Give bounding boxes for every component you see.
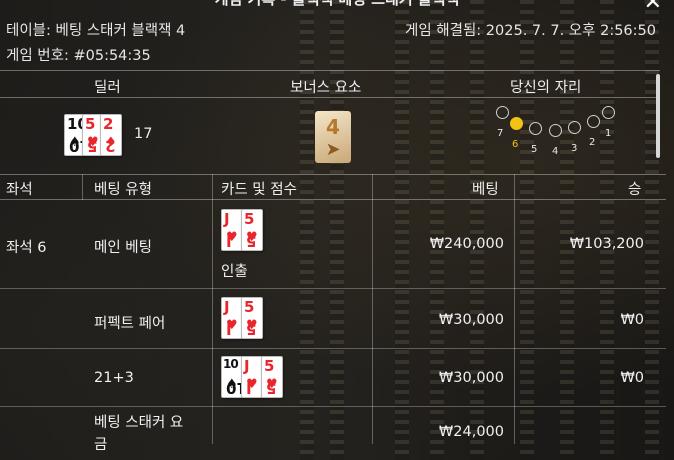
row-2-bet-type: 퍼펙트 페어 (94, 316, 166, 332)
col-seat: 좌석 (6, 182, 33, 198)
seat-2-dot (587, 115, 600, 128)
col-cards-score: 카드 및 점수 (221, 182, 297, 198)
row-1-note: 인출 (221, 264, 248, 280)
seat-6-dot (510, 117, 523, 130)
row-4-bet-type: 베팅 스태커 요 금 (94, 415, 184, 453)
bonus-arrow-icon: ➤ (325, 139, 341, 160)
seat-number: 좌석 6 (6, 240, 47, 256)
col-bet: 베팅 (472, 182, 499, 198)
window-title: 게임 기록 - 블랙잭 베팅 스태커 블랙잭 (0, 0, 674, 12)
dealer-heading: 딜러 (94, 80, 121, 96)
row-2-card-2: 5 ♥ 5 (241, 297, 263, 339)
row-1-card-2: 5 ♥ 5 (241, 209, 263, 251)
seat-map: 76 5 4 321 (492, 104, 622, 164)
bonus-multiplier-tile: 4 ➤ (315, 111, 351, 163)
col-win: 승 (628, 182, 642, 198)
bonus-multiplier: 4 (326, 115, 340, 139)
row-2-bet: ₩30,000 (438, 312, 504, 328)
row-4-bet: ₩24,000 (438, 424, 504, 440)
resolved-datetime: 게임 해결됨: 2025. 7. 7. 오후 2:56:50 (405, 23, 656, 39)
dealer-card-3: 2 ♦ 2 (100, 114, 122, 156)
row-1-win: ₩103,200 (569, 236, 644, 252)
row-3-card-3: 5 ♥ 5 (261, 356, 283, 398)
row-3-win: ₩0 (620, 370, 644, 386)
seat-4-label: 4 (552, 146, 559, 157)
seat-4-dot (549, 124, 562, 137)
row-2-win: ₩0 (620, 312, 644, 328)
your-seat-heading: 당신의 자리 (510, 80, 582, 96)
dealer-score: 17 (134, 126, 153, 142)
seat-7-dot (496, 106, 509, 119)
seat-7-label: 7 (497, 128, 504, 139)
seat-5-label: 5 (531, 144, 538, 155)
seat-3-label: 3 (571, 143, 578, 154)
row-2-card-1: J ♥ J (221, 297, 243, 339)
row-1-bet: ₩240,000 (429, 236, 504, 252)
seat-5-dot (529, 122, 542, 135)
row-3-bet-type: 21+3 (94, 370, 134, 386)
bonus-heading: 보너스 요소 (290, 80, 362, 96)
seat-1-dot (602, 106, 615, 119)
game-history-panel: 게임 기록 - 블랙잭 베팅 스태커 블랙잭 ✕ 테이블: 베팅 스태커 블랙잭… (0, 0, 674, 460)
bets-table-header: 좌석 베팅 유형 카드 및 점수 베팅 승 (0, 174, 666, 200)
game-number: 게임 번호: #05:54:35 (6, 48, 151, 64)
table-name: 테이블: 베팅 스태커 블랙잭 4 (6, 23, 186, 39)
dealer-hand: 10 ♠ 10 5 ♥ 5 2 ♦ 2 (64, 114, 122, 156)
row-1-card-1: J ♥ J (221, 209, 243, 251)
row-2-cards: J ♥ J 5 ♥ 5 (221, 297, 263, 339)
summary-header: 딜러 보너스 요소 당신의 자리 (0, 70, 660, 98)
seat-3-dot (568, 121, 581, 134)
col-bet-type: 베팅 유형 (94, 182, 152, 198)
row-3-card-2: J ♥ J (241, 356, 263, 398)
seat-6-label: 6 (512, 139, 519, 150)
row-3-bet: ₩30,000 (438, 370, 504, 386)
row-1-bet-type: 메인 베팅 (94, 240, 152, 256)
seat-1-label: 1 (605, 128, 612, 139)
row-1-cards: J ♥ J 5 ♥ 5 (221, 209, 263, 251)
row-3-cards: 10 ♠ 10 J ♥ J 5 ♥ 5 (221, 356, 283, 398)
seat-2-label: 2 (589, 137, 596, 148)
close-icon[interactable]: ✕ (644, 0, 662, 15)
summary-scrollbar[interactable] (656, 74, 660, 158)
row-3-card-1: 10 ♠ 10 (221, 356, 247, 398)
